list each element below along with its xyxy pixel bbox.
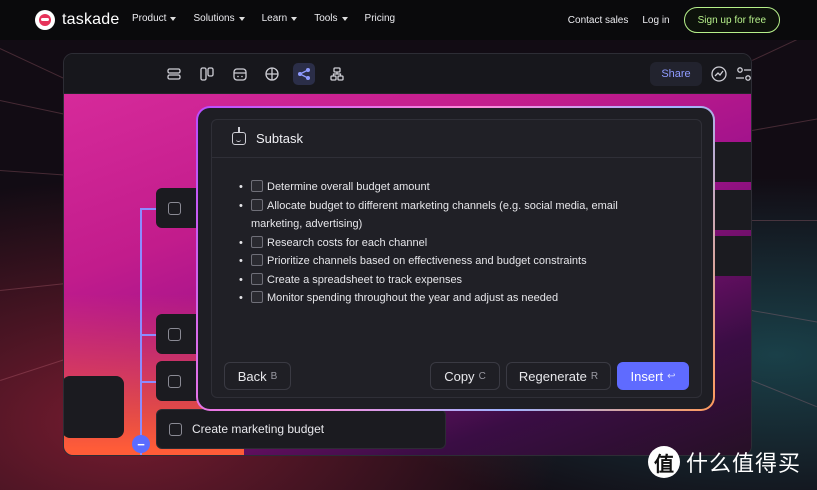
ai-subtask-modal: Subtask Determine overall budget amount … <box>196 106 715 411</box>
perspective-line <box>0 358 67 381</box>
main-menu: Product Solutions Learn Tools Pricing <box>132 13 412 24</box>
perspective-line <box>0 282 70 291</box>
list-item: Research costs for each channel <box>237 234 657 253</box>
menu-item-learn[interactable]: Learn <box>262 13 298 24</box>
menu-item-solutions[interactable]: Solutions <box>193 13 245 24</box>
checkbox[interactable] <box>251 198 263 211</box>
perspective-line <box>752 220 817 221</box>
checkbox[interactable] <box>251 235 263 248</box>
brand-logo[interactable]: taskade <box>35 10 119 30</box>
connector-line <box>140 381 156 383</box>
chevron-down-icon <box>170 16 177 21</box>
list-item: Determine overall budget amount <box>237 178 657 197</box>
menu-label: Solutions <box>193 13 235 24</box>
checkbox[interactable] <box>169 422 182 436</box>
focused-mindmap-node[interactable]: Create marketing budget <box>156 409 446 449</box>
enter-key-icon: ↩ <box>667 370 676 382</box>
perspective-line <box>752 117 817 131</box>
task-text: Prioritize channels based on effectivene… <box>267 255 587 267</box>
site-watermark: 值 什么值得买 <box>648 446 801 478</box>
watermark-text: 什么值得买 <box>686 452 802 477</box>
perspective-line <box>0 100 69 116</box>
task-text: Determine overall budget amount <box>267 181 430 193</box>
copy-button[interactable]: Copy C <box>430 362 500 390</box>
shortcut-key: B <box>270 370 278 382</box>
regenerate-button[interactable]: Regenerate R <box>506 362 611 390</box>
list-item: Allocate budget to different marketing c… <box>237 197 657 234</box>
task-text: Create a spreadsheet to track expenses <box>267 273 463 286</box>
calendar-view-icon[interactable] <box>229 63 251 85</box>
brand-name: taskade <box>62 11 120 28</box>
list-item: Create a spreadsheet to track expenses <box>237 271 657 290</box>
task-text: Research costs for each channel <box>267 236 428 249</box>
task-text: Monitor spending throughout the year and… <box>267 292 559 304</box>
taskade-logo-icon <box>35 10 55 30</box>
checkbox[interactable] <box>168 327 181 341</box>
perspective-line <box>0 170 70 176</box>
login-link[interactable]: Log in <box>642 15 669 26</box>
nav-actions: Contact sales Log in Sign up for free <box>568 7 780 33</box>
subtask-panel: Subtask Determine overall budget amount … <box>211 119 702 398</box>
connector-line <box>140 208 142 455</box>
menu-label: Tools <box>314 13 338 24</box>
menu-label: Learn <box>261 13 288 24</box>
signup-button[interactable]: Sign up for free <box>683 7 780 33</box>
menu-item-pricing[interactable]: Pricing <box>365 13 396 24</box>
panel-title: Subtask <box>256 131 303 146</box>
chevron-down-icon <box>341 16 348 21</box>
button-label: Copy <box>444 368 475 384</box>
share-button[interactable]: Share <box>650 62 702 86</box>
panel-header: Subtask <box>212 120 701 158</box>
task-text: Allocate budget to different marketing c… <box>251 199 618 231</box>
menu-label: Product <box>132 13 167 24</box>
list-view-icon[interactable] <box>163 63 185 85</box>
subtask-list: Determine overall budget amount Allocate… <box>237 178 657 308</box>
activity-chart-icon[interactable] <box>708 63 730 85</box>
checkbox[interactable] <box>251 180 263 192</box>
perspective-line <box>752 40 816 61</box>
checkbox[interactable] <box>168 374 181 388</box>
collapse-minus-icon[interactable]: − <box>132 435 150 453</box>
menu-item-product[interactable]: Product <box>132 13 177 24</box>
insert-button[interactable]: Insert ↩ <box>617 362 689 390</box>
button-label: Regenerate <box>518 368 587 384</box>
modal-actions: Back B Copy C Regenerate R Insert ↩ <box>211 362 702 398</box>
chevron-down-icon <box>291 16 298 21</box>
connector-line <box>140 334 156 336</box>
checkbox[interactable] <box>251 254 263 266</box>
table-view-icon[interactable] <box>261 63 283 85</box>
node-label: Create marketing budget <box>192 422 325 436</box>
watermark-logo: 值 <box>648 446 680 478</box>
back-button[interactable]: Back B <box>224 362 291 390</box>
settings-sliders-icon[interactable] <box>733 63 751 85</box>
button-label: Insert <box>630 368 664 384</box>
view-toolbar: Share <box>64 54 751 94</box>
perspective-line <box>0 48 64 79</box>
contact-sales-link[interactable]: Contact sales <box>568 15 629 26</box>
shortcut-key: R <box>590 370 599 382</box>
org-chart-view-icon[interactable] <box>326 63 348 85</box>
robot-icon <box>232 127 246 145</box>
parent-node[interactable] <box>64 376 124 438</box>
menu-item-tools[interactable]: Tools <box>314 13 348 24</box>
checkbox[interactable] <box>251 272 263 285</box>
perspective-line <box>751 380 817 408</box>
perspective-line <box>751 310 817 324</box>
button-label: Back <box>237 368 267 384</box>
menu-label: Pricing <box>364 13 396 24</box>
checkbox[interactable] <box>168 201 181 215</box>
mindmap-view-icon[interactable] <box>293 63 315 85</box>
modal-body: Subtask Determine overall budget amount … <box>198 108 713 409</box>
top-navbar: taskade Product Solutions Learn Tools Pr… <box>0 0 817 40</box>
list-item: Monitor spending throughout the year and… <box>237 289 657 308</box>
shortcut-key: C <box>478 370 486 382</box>
list-item: Prioritize channels based on effectivene… <box>237 252 657 271</box>
checkbox[interactable] <box>251 291 263 303</box>
chevron-down-icon <box>238 16 245 21</box>
board-view-icon[interactable] <box>196 63 218 85</box>
connector-line <box>140 208 156 210</box>
